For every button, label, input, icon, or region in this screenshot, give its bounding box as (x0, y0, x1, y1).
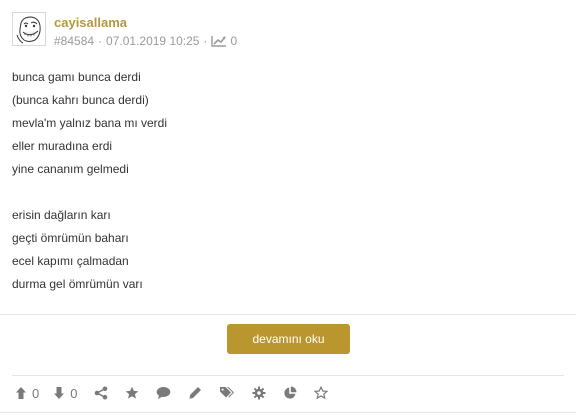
content-line: bunca gamı bunca derdi (12, 70, 141, 84)
follow-button[interactable] (314, 386, 329, 400)
upvote-button[interactable]: 0 (15, 386, 39, 401)
content-line (12, 181, 552, 204)
upvote-count: 0 (32, 385, 40, 401)
arrow-down-icon (54, 387, 65, 399)
content-divider (0, 314, 576, 315)
tags-button[interactable] (219, 386, 235, 400)
content-line: yine cananım gelmedi (12, 162, 129, 176)
author-name[interactable]: cayisallama (54, 15, 127, 30)
trend-chart-icon (211, 35, 227, 47)
content-line: (bunca kahrı bunca derdi) (12, 93, 149, 107)
pencil-icon (189, 387, 202, 399)
content-line: durma gel ömrümün varı (12, 277, 143, 291)
post-id[interactable]: #84584 (54, 34, 94, 48)
content-line: mevla'm yalnız bana mı verdi (12, 116, 168, 130)
downvote-count: 0 (70, 385, 78, 401)
post-meta: #84584 · 07.01.2019 10:25 · 0 (54, 34, 237, 48)
arrow-up-icon (16, 387, 26, 399)
content-line: ecel kapımı çalmadan (12, 254, 129, 268)
stats-button[interactable] (283, 386, 297, 400)
read-more-button[interactable]: devamını oku (227, 324, 350, 354)
favorite-button[interactable] (125, 386, 139, 400)
share-icon (95, 386, 108, 400)
pie-chart-icon (284, 386, 297, 399)
meta-separator: · (98, 34, 103, 48)
troll-face-icon (13, 13, 45, 45)
post-header: cayisallama #84584 · 07.01.2019 10:25 · … (12, 12, 576, 50)
star-icon (126, 386, 139, 399)
settings-button[interactable] (252, 386, 266, 400)
downvote-button[interactable]: 0 (53, 386, 77, 401)
comment-button[interactable] (156, 386, 171, 400)
edit-button[interactable] (188, 386, 202, 400)
post-date: 07.01.2019 10:25 (106, 34, 200, 48)
content-line: erisin dağların karı (12, 208, 111, 222)
gear-icon (252, 386, 266, 400)
meta-separator: · (203, 34, 208, 48)
content-line: eller muradına erdi (12, 139, 113, 153)
action-bar: 0 0 (12, 380, 329, 406)
post-content: bunca gamı bunca derdi (bunca kahrı bunc… (12, 66, 552, 296)
avatar[interactable] (12, 12, 46, 46)
content-line: geçti ömrümün baharı (12, 231, 129, 245)
view-count: 0 (230, 34, 238, 48)
tags-icon (220, 387, 235, 398)
bottom-divider (0, 412, 576, 413)
star-outline-icon (314, 386, 329, 400)
actions-divider (12, 375, 564, 376)
comment-icon (157, 387, 171, 399)
share-button[interactable] (94, 386, 108, 400)
